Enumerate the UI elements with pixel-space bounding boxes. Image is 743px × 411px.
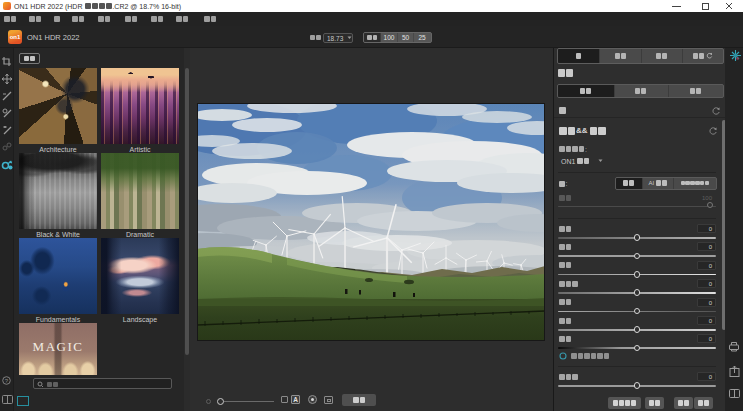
svg-text:?: ? bbox=[5, 378, 9, 384]
